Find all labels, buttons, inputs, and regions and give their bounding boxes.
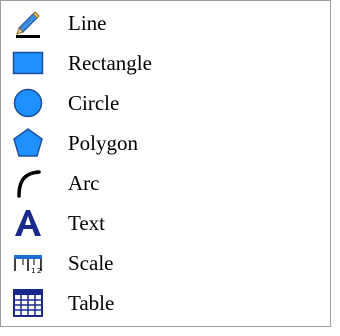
menu-item-label: Rectangle [68,50,152,75]
svg-text:2: 2 [37,267,41,275]
menu-item-circle[interactable]: Circle [1,83,330,123]
draw-shape-menu: Line Rectangle Circle Polygon Arc Text 1… [0,0,331,327]
menu-item-label: Table [68,290,115,315]
menu-item-label: Text [68,210,106,235]
scale-ruler-icon: 1 2 [10,246,46,280]
menu-item-line[interactable]: Line [1,3,330,43]
menu-item-label: Arc [68,170,100,195]
menu-item-label: Scale [68,250,114,275]
menu-item-scale[interactable]: 1 2 Scale [1,243,330,283]
pencil-line-icon [10,6,46,40]
arc-icon [10,166,46,200]
menu-item-label: Line [68,10,107,35]
polygon-icon [10,126,46,160]
menu-item-label: Circle [68,90,120,115]
menu-item-arc[interactable]: Arc [1,163,330,203]
svg-text:1: 1 [31,267,35,275]
circle-icon [10,86,46,120]
menu-item-table[interactable]: Table [1,283,330,323]
text-icon [10,206,46,240]
menu-item-text[interactable]: Text [1,203,330,243]
table-icon [10,286,46,320]
menu-item-rectangle[interactable]: Rectangle [1,43,330,83]
rectangle-icon [10,46,46,80]
menu-item-polygon[interactable]: Polygon [1,123,330,163]
menu-item-label: Polygon [68,130,139,155]
